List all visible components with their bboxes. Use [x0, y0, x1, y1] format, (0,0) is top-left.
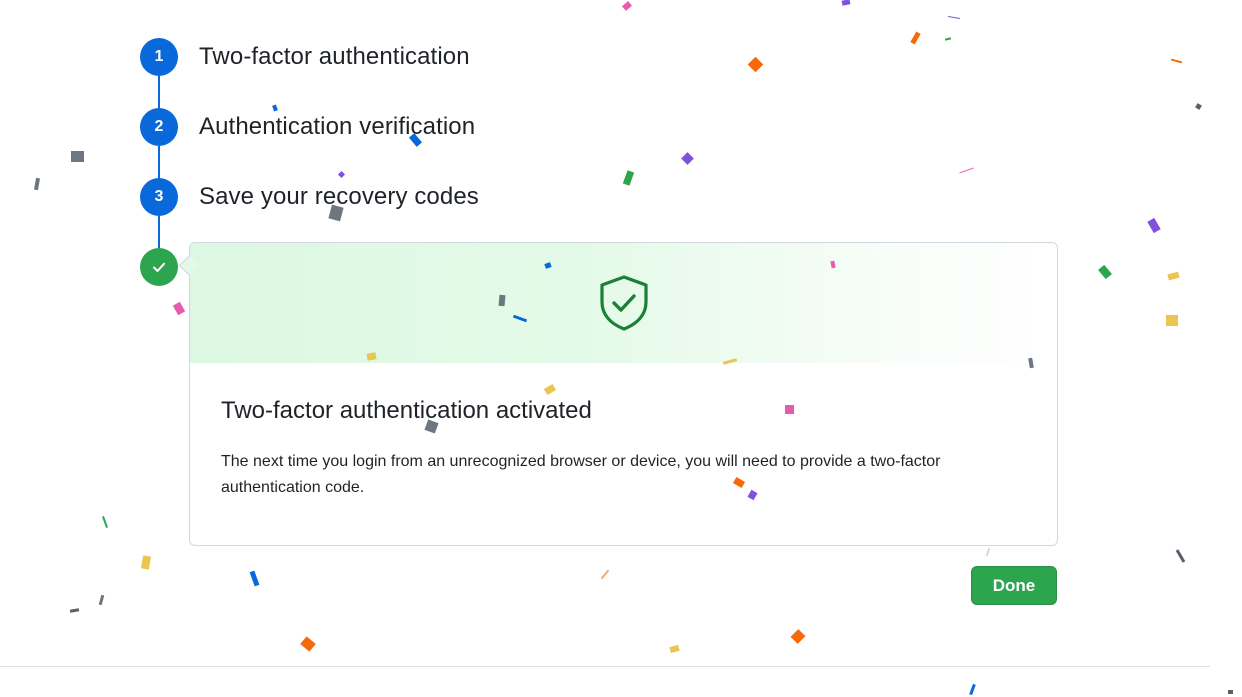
step-complete [140, 248, 178, 286]
success-card: Two-factor authentication activated The … [178, 242, 1058, 546]
done-button[interactable]: Done [971, 566, 1057, 605]
card-heading: Two-factor authentication activated [221, 397, 592, 424]
step-title-authentication-verification: Authentication verification [199, 113, 476, 140]
step-title-save-recovery-codes: Save your recovery codes [199, 183, 479, 210]
success-banner [190, 243, 1057, 363]
check-icon [153, 262, 165, 272]
step-number-1: 1 [140, 38, 178, 76]
page-divider [0, 666, 1210, 667]
step-number-2: 2 [140, 108, 178, 146]
card-description: The next time you login from an unrecogn… [221, 453, 941, 496]
shield-check-icon [599, 275, 648, 331]
step-title-two-factor-authentication: Two-factor authentication [199, 43, 470, 70]
step-number-3: 3 [140, 178, 178, 216]
